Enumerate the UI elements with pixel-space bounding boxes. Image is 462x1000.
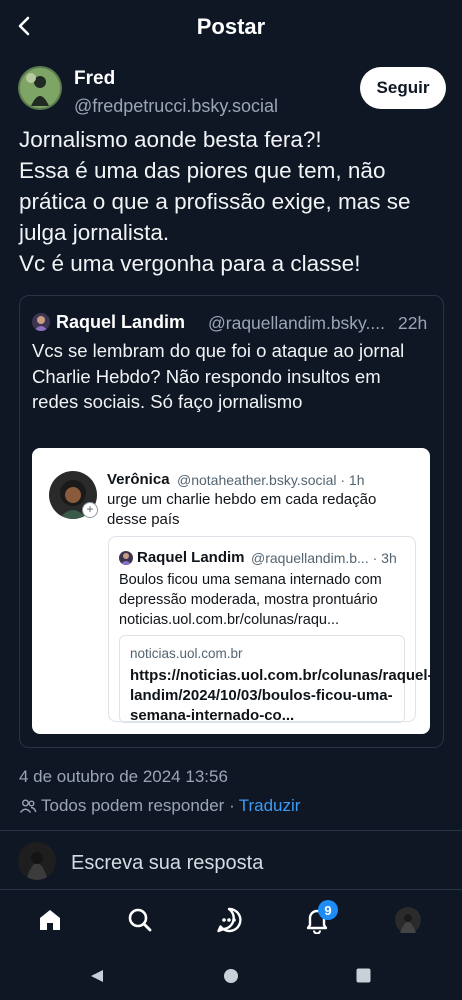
quoted-post[interactable]: Raquel Landim @raquellandim.bsky.... 22h…: [19, 295, 444, 748]
chat-icon: [217, 907, 242, 933]
home-circle-icon[interactable]: [223, 968, 239, 984]
author-name[interactable]: Fred: [74, 68, 115, 90]
embed-post-text: urge um charlie hebdo em cada redação de…: [107, 491, 377, 528]
recents-square-icon[interactable]: [356, 968, 371, 983]
bottom-nav: 9: [0, 890, 462, 950]
quoted-post-time: 22h: [398, 313, 428, 333]
reply-setting-text: Todos podem responder ·: [41, 796, 235, 815]
quoted-author-handle: @raquellandim.bsky....: [208, 313, 385, 333]
embed-quoted-author-handle: @raquellandim.b... · 3h: [251, 550, 397, 566]
nav-messages[interactable]: [211, 902, 247, 938]
nav-search[interactable]: [122, 902, 158, 938]
reply-input[interactable]: Escreva sua resposta: [71, 852, 263, 875]
back-triangle-icon[interactable]: [89, 968, 105, 984]
embed-quoted-author-name: Raquel Landim: [137, 549, 245, 566]
avatar[interactable]: [18, 66, 62, 110]
home-icon: [40, 910, 60, 930]
search-icon: [128, 908, 152, 932]
link-domain: noticias.uol.com.br: [130, 646, 243, 661]
quoted-post-text: Vcs se lembram do que foi o ataque ao jo…: [32, 340, 405, 412]
embed-author-name: Verônica: [107, 471, 170, 488]
follow-button[interactable]: Seguir: [360, 67, 446, 109]
quoted-author-name: Raquel Landim: [56, 312, 186, 332]
post-text: Jornalismo aonde besta fera?! Essa é uma…: [19, 127, 411, 276]
avatar: [119, 551, 133, 565]
embed-quoted-text: Boulos ficou uma semana internado com de…: [119, 572, 382, 628]
embed-quoted-post: Raquel Landim @raquellandim.b... · 3h Bo…: [108, 536, 430, 724]
reply-composer[interactable]: Escreva sua resposta: [0, 842, 462, 886]
plus-icon: +: [82, 502, 98, 518]
author-handle[interactable]: @fredpetrucci.bsky.social: [74, 96, 278, 117]
translate-link[interactable]: Traduzir: [239, 796, 301, 816]
nav-profile[interactable]: [390, 902, 426, 938]
system-nav-bar: [0, 952, 462, 1000]
embedded-image[interactable]: + Verônica @notaheather.bsky.social · 1h…: [32, 448, 430, 734]
post-author: Fred @fredpetrucci.bsky.social Seguir: [18, 66, 446, 120]
embed-author-handle: @notaheather.bsky.social · 1h: [177, 472, 365, 488]
quoted-post-header: Raquel Landim @raquellandim.bsky.... 22h: [32, 310, 432, 336]
notification-count-badge: 9: [318, 900, 338, 920]
nav-home[interactable]: [32, 902, 68, 938]
divider: [0, 830, 462, 831]
post-date: 4 de outubro de 2024 13:56: [19, 767, 228, 786]
top-bar: Postar: [0, 0, 462, 56]
reply-settings: Todos podem responder · Traduzir: [19, 795, 300, 817]
link-title: https://noticias.uol.com.br/colunas/raqu…: [130, 667, 430, 724]
people-icon: [19, 799, 37, 813]
page-title: Postar: [196, 14, 266, 39]
avatar: [395, 907, 421, 933]
avatar: [18, 842, 56, 880]
embed-quoted-header: Raquel Landim @raquellandim.b... · 3h: [119, 549, 409, 569]
avatar: [32, 313, 50, 331]
link-card: noticias.uol.com.br https://noticias.uol…: [119, 635, 430, 724]
